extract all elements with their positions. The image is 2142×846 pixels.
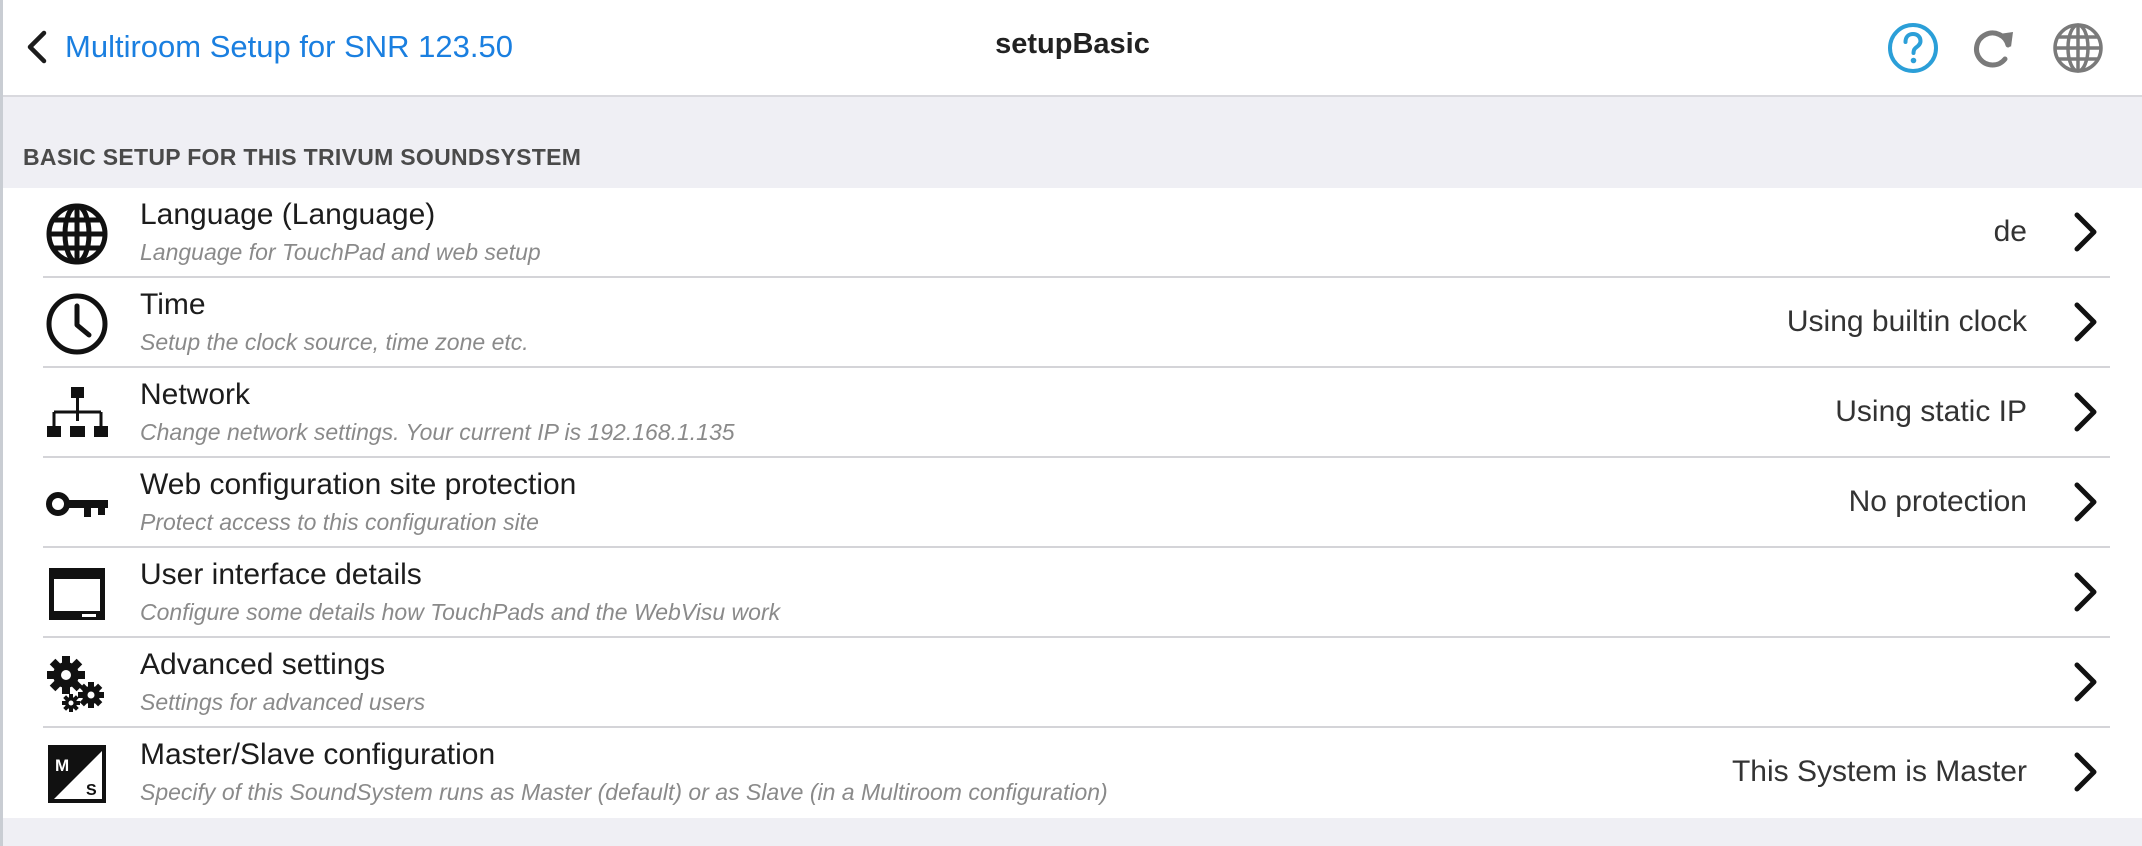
network-icon: [47, 387, 108, 437]
item-description: Configure some details how TouchPads and…: [140, 599, 781, 625]
svg-text:S: S: [86, 782, 97, 799]
item-value: Using static IP: [1835, 395, 2027, 428]
network-icon: [43, 382, 111, 446]
list-item-network[interactable]: Network Change network settings. Your cu…: [3, 368, 2142, 458]
section-title: BASIC SETUP FOR THIS TRIVUM SOUNDSYSTEM: [23, 144, 582, 170]
globe-icon: [2053, 23, 2103, 73]
item-description: Specify of this SoundSystem runs as Mast…: [140, 779, 1108, 805]
gears-icon: [47, 656, 104, 712]
chevron-right-icon: [2070, 750, 2100, 794]
chevron-right-icon: [2070, 390, 2100, 434]
item-title: Master/Slave configuration: [140, 738, 496, 771]
page-title: setupBasic: [995, 28, 1150, 60]
item-title: Time: [140, 288, 206, 321]
globe-icon: [46, 203, 108, 265]
chevron-right-icon: [2070, 210, 2100, 254]
item-description: Setup the clock source, time zone etc.: [140, 329, 529, 355]
window-icon: [49, 568, 105, 620]
svg-text:M: M: [55, 756, 69, 775]
item-value: de: [1993, 215, 2027, 248]
list-item-time[interactable]: Time Setup the clock source, time zone e…: [3, 278, 2142, 368]
help-button[interactable]: [1885, 20, 1941, 76]
item-value: No protection: [1848, 485, 2027, 518]
list-item-master-slave[interactable]: M S Master/Slave configuration Specify o…: [3, 728, 2142, 818]
master-slave-icon: M S: [48, 745, 106, 803]
list-item-advanced[interactable]: Advanced settings Settings for advanced …: [3, 638, 2142, 728]
item-description: Language for TouchPad and web setup: [140, 239, 541, 265]
item-title: Web configuration site protection: [140, 468, 577, 501]
chevron-right-icon: [2070, 570, 2100, 614]
item-description: Settings for advanced users: [140, 689, 426, 715]
list-item-web-protection[interactable]: Web configuration site protection Protec…: [3, 458, 2142, 548]
help-icon: [1888, 23, 1938, 73]
clock-icon: [46, 293, 108, 355]
settings-list: Language (Language) Language for TouchPa…: [3, 188, 2142, 818]
key-icon: [46, 492, 108, 517]
list-item-user-interface[interactable]: User interface details Configure some de…: [3, 548, 2142, 638]
item-value: Using builtin clock: [1786, 305, 2027, 338]
chevron-right-icon: [2070, 300, 2100, 344]
item-value: This System is Master: [1731, 755, 2027, 788]
key-icon: [43, 472, 111, 536]
window-icon: [43, 562, 111, 626]
refresh-button[interactable]: [1965, 20, 2021, 76]
gears-icon: [43, 652, 111, 716]
chevron-right-icon: [2070, 480, 2100, 524]
language-button[interactable]: [2050, 20, 2106, 76]
item-title: Network: [140, 378, 251, 411]
item-description: Change network settings. Your current IP…: [140, 419, 735, 445]
item-title: Language (Language): [140, 198, 436, 231]
top-bar: Multiroom Setup for SNR 123.50 setupBasi…: [3, 0, 2142, 97]
list-item-language[interactable]: Language (Language) Language for TouchPa…: [3, 188, 2142, 278]
item-description: Protect access to this configuration sit…: [140, 509, 539, 535]
master-slave-icon: M S: [43, 742, 111, 806]
chevron-right-icon: [2070, 660, 2100, 704]
item-title: Advanced settings: [140, 648, 386, 681]
clock-icon: [43, 292, 111, 356]
item-title: User interface details: [140, 558, 422, 591]
refresh-icon: [1974, 30, 2013, 68]
globe-icon: [43, 202, 111, 266]
